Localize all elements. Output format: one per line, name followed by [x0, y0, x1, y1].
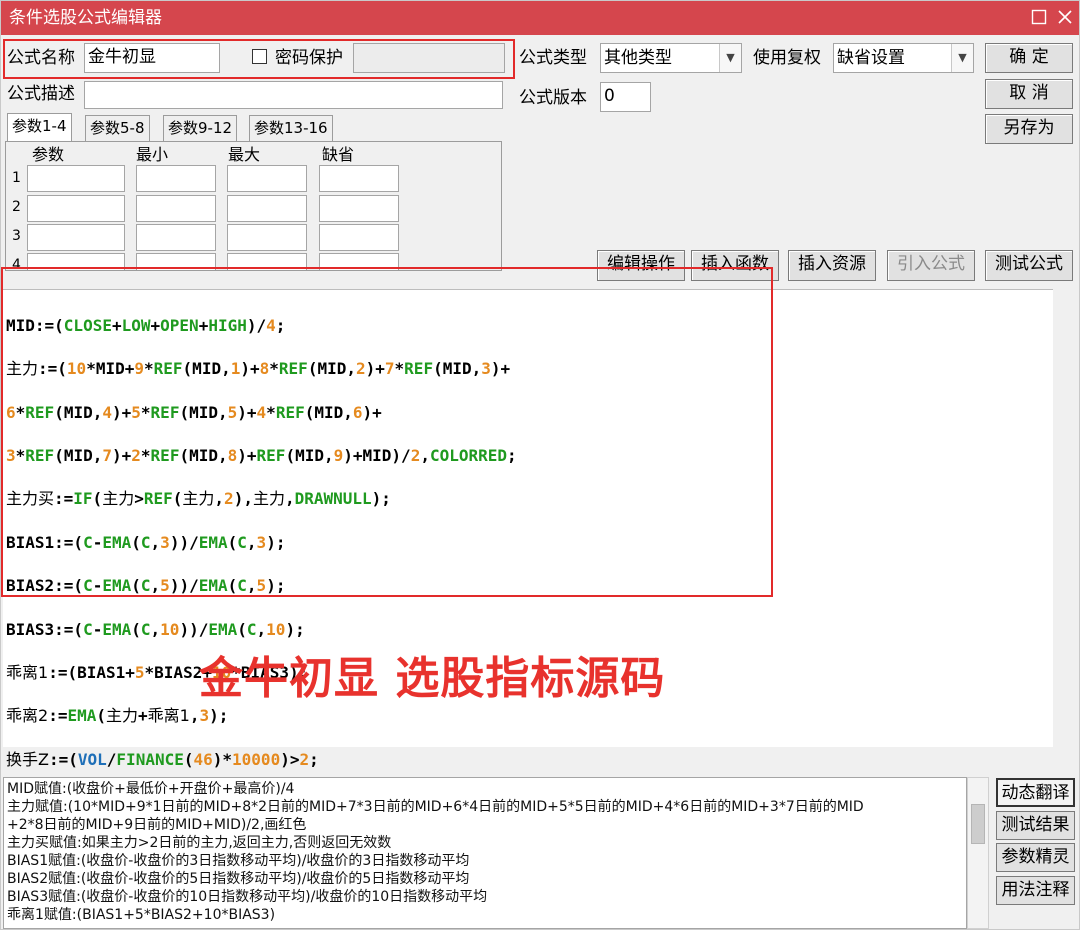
param-default-cell[interactable]	[319, 224, 399, 251]
title-bar: 条件选股公式编辑器	[1, 1, 1079, 35]
code-line: 换手Z:=(VOL/FINANCE(46)*10000)>2;	[6, 749, 319, 769]
translation-line: +2*8日前的MID+9日前的MID+MID)/2,画红色	[7, 817, 307, 833]
translation-line: 主力赋值:(10*MID+9*1日前的MID+8*2日前的MID+7*3日前的M…	[7, 799, 864, 815]
formula-version-label: 公式版本	[519, 88, 587, 108]
formula-desc-input[interactable]	[84, 81, 503, 109]
translation-line: 主力买赋值:如果主力>2日前的主力,返回主力,否则返回无效数	[7, 835, 392, 851]
param-name-cell[interactable]	[27, 165, 125, 192]
adjust-value: 缺省设置	[837, 48, 905, 68]
translation-line: BIAS1赋值:(收盘价-收盘价的3日指数移动平均)/收盘价的3日指数移动平均	[7, 853, 470, 869]
param-default-cell[interactable]	[319, 165, 399, 192]
formula-type-value: 其他类型	[604, 48, 672, 68]
import-formula-button[interactable]: 引入公式	[887, 250, 975, 281]
test-result-button[interactable]: 测试结果	[996, 811, 1075, 840]
cancel-button[interactable]: 取 消	[985, 79, 1073, 109]
param-max-cell[interactable]	[227, 195, 307, 222]
formula-desc-label: 公式描述	[7, 84, 75, 104]
tab-params-1-4[interactable]: 参数1-4	[7, 113, 72, 143]
param-row-number: 2	[12, 199, 21, 215]
ok-button[interactable]: 确 定	[985, 43, 1073, 73]
translation-scrollbar[interactable]	[967, 777, 989, 929]
formula-editor-window: 条件选股公式编辑器 公式名称 金牛初显 密码保护 公式类型 其他类型 ▼ 使用复…	[0, 0, 1080, 930]
formula-type-label: 公式类型	[519, 48, 587, 68]
param-header-default: 缺省	[322, 145, 355, 164]
translation-line: BIAS2赋值:(收盘价-收盘价的5日指数移动平均)/收盘价的5日指数移动平均	[7, 871, 470, 887]
param-row-number: 3	[12, 228, 21, 244]
param-min-cell[interactable]	[136, 224, 216, 251]
annotation-box-code	[1, 267, 773, 597]
scrollbar-thumb[interactable]	[971, 804, 985, 844]
chevron-down-icon[interactable]: ▼	[951, 44, 973, 72]
param-header-max: 最大	[228, 145, 261, 164]
param-header-min: 最小	[136, 145, 169, 164]
window-title: 条件选股公式编辑器	[9, 8, 162, 28]
tab-params-13-16[interactable]: 参数13-16	[249, 115, 333, 141]
param-min-cell[interactable]	[136, 195, 216, 222]
param-wizard-button[interactable]: 参数精灵	[996, 843, 1075, 872]
translation-line: BIAS3赋值:(收盘价-收盘价的10日指数移动平均)/收盘价的10日指数移动平…	[7, 889, 488, 905]
translation-pane[interactable]: MID赋值:(收盘价+最低价+开盘价+最高价)/4 主力赋值:(10*MID+9…	[3, 777, 967, 929]
translation-line: 乖离1赋值:(BIAS1+5*BIAS2+10*BIAS3)	[7, 907, 276, 923]
param-default-cell[interactable]	[319, 195, 399, 222]
params-panel: 参数 最小 最大 缺省 1 2 3 4	[5, 141, 502, 271]
annotation-box-name	[3, 39, 515, 79]
param-name-cell[interactable]	[27, 195, 125, 222]
tab-params-9-12[interactable]: 参数9-12	[163, 115, 238, 141]
adjust-select[interactable]: 缺省设置 ▼	[833, 43, 974, 73]
insert-resource-button[interactable]: 插入资源	[788, 250, 876, 281]
translation-line: MID赋值:(收盘价+最低价+开盘价+最高价)/4	[7, 781, 295, 797]
caption-overlay: 金牛初显 选股指标源码	[199, 653, 666, 704]
save-as-button[interactable]: 另存为	[985, 114, 1073, 144]
test-formula-button[interactable]: 测试公式	[985, 250, 1073, 281]
param-min-cell[interactable]	[136, 165, 216, 192]
param-header-name: 参数	[32, 145, 65, 164]
param-max-cell[interactable]	[227, 224, 307, 251]
dynamic-translate-button[interactable]: 动态翻译	[996, 778, 1075, 807]
formula-version-input[interactable]: 0	[600, 82, 651, 112]
close-icon[interactable]	[1053, 5, 1077, 29]
maximize-icon[interactable]	[1027, 5, 1051, 29]
formula-type-select[interactable]: 其他类型 ▼	[600, 43, 742, 73]
code-line: 乖离2:=EMA(主力+乖离1,3);	[6, 706, 229, 726]
code-line: BIAS3:=(C-EMA(C,10))/EMA(C,10);	[6, 619, 305, 639]
param-max-cell[interactable]	[227, 165, 307, 192]
param-row-number: 1	[12, 170, 21, 186]
param-name-cell[interactable]	[27, 224, 125, 251]
tab-params-5-8[interactable]: 参数5-8	[85, 115, 150, 141]
adjust-label: 使用复权	[753, 48, 821, 68]
usage-notes-button[interactable]: 用法注释	[996, 876, 1075, 905]
chevron-down-icon[interactable]: ▼	[719, 44, 741, 72]
